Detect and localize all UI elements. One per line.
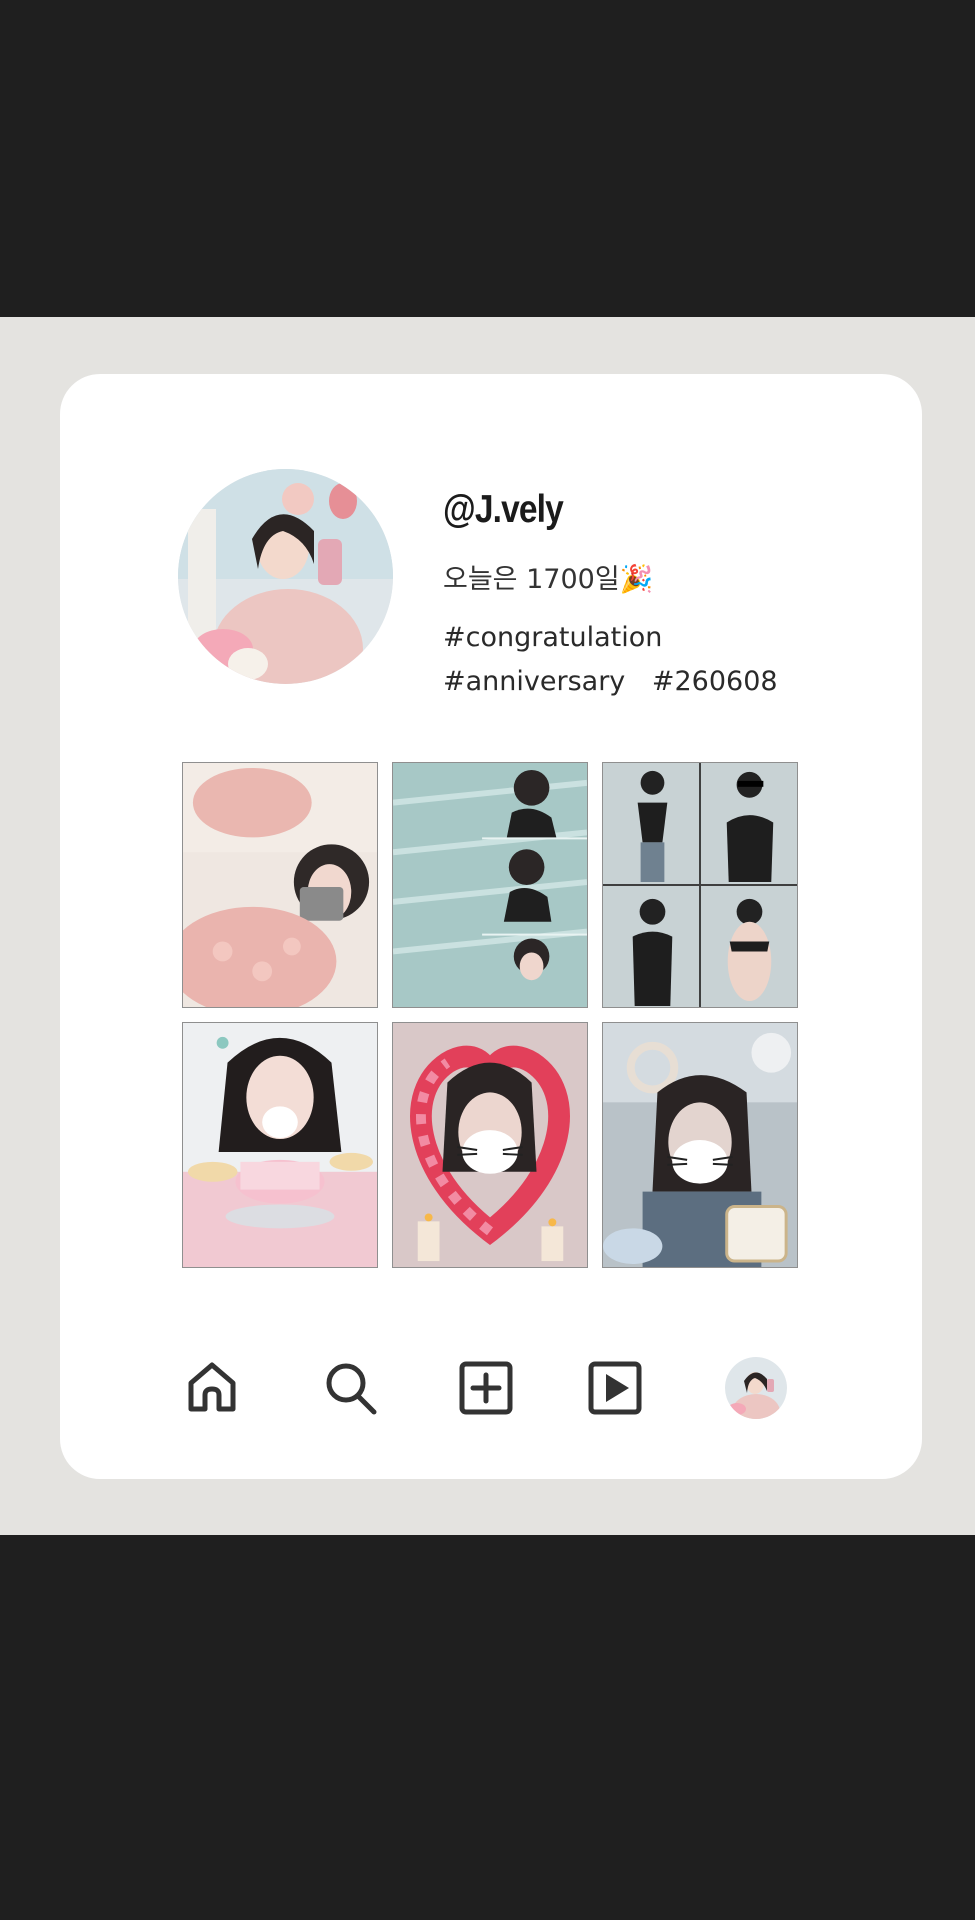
home-icon[interactable] [181, 1357, 243, 1419]
hashtag[interactable]: #anniversary [443, 666, 625, 697]
grid-photo-pool[interactable] [392, 762, 588, 1008]
grid-photo-two-hearts[interactable] [602, 1022, 798, 1268]
hashtag[interactable]: #260608 [652, 666, 778, 697]
grid-photo-cake[interactable] [182, 1022, 378, 1268]
add-post-icon[interactable] [455, 1357, 517, 1419]
grid-photo-black-top[interactable] [602, 762, 798, 1008]
bio-text: 오늘은 1700일🎉 [443, 564, 654, 595]
hashtags: #congratulation #anniversary #260608 [443, 616, 863, 704]
hashtag[interactable]: #congratulation [443, 622, 662, 653]
search-icon[interactable] [320, 1357, 382, 1419]
reels-icon[interactable] [584, 1357, 646, 1419]
profile-avatar[interactable] [178, 469, 393, 684]
username: @J.vely [443, 488, 564, 531]
grid-photo-roses-selfie[interactable] [182, 762, 378, 1008]
grid-photo-rose-heart[interactable] [392, 1022, 588, 1268]
profile-tab-avatar[interactable] [725, 1357, 787, 1419]
